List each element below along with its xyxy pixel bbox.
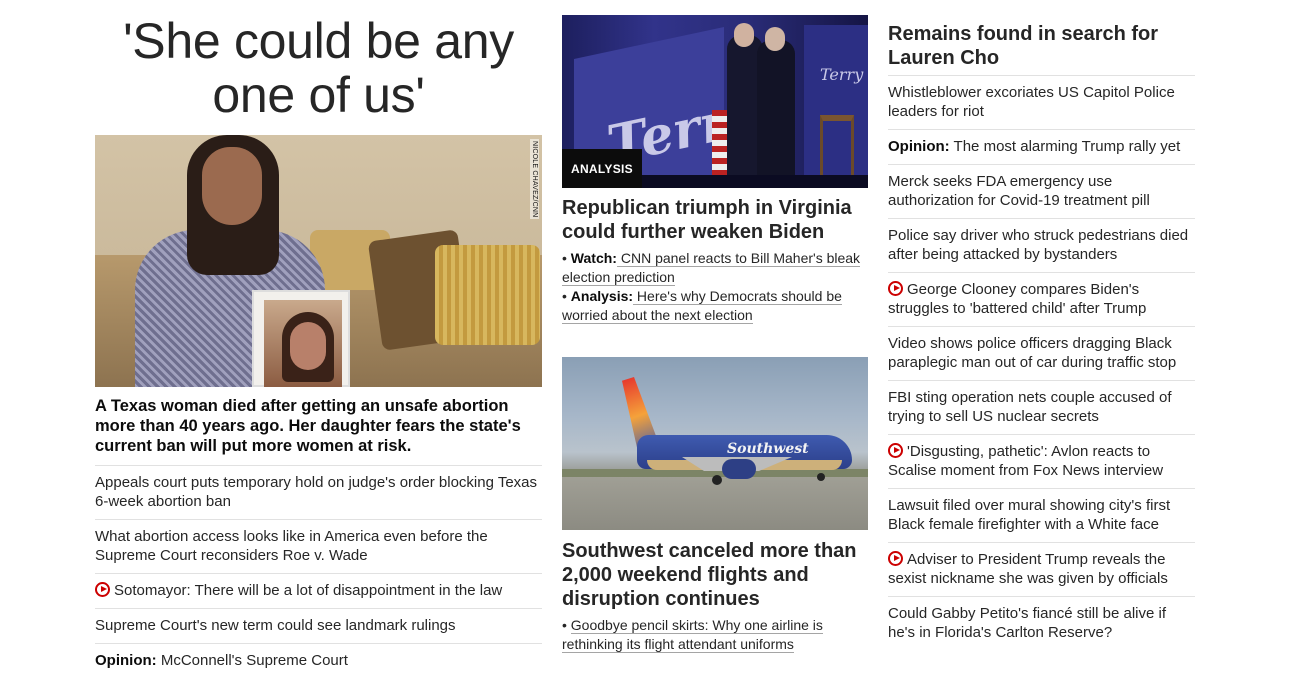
video-play-icon — [888, 281, 903, 296]
headline-item[interactable]: Police say driver who struck pedestrians… — [888, 218, 1195, 272]
southwest-logo: Southwest — [727, 441, 809, 457]
headline-text: What abortion access looks like in Ameri… — [95, 528, 488, 564]
photo-tarmac — [562, 477, 868, 530]
portrait-face — [290, 322, 326, 370]
story-title-virginia[interactable]: Republican triumph in Virginia could fur… — [562, 196, 868, 244]
bullet: • — [562, 250, 571, 266]
sublink-row: • Goodbye pencil skirts: Why one airline… — [562, 616, 868, 654]
headline-item[interactable]: What abortion access looks like in Ameri… — [95, 519, 542, 573]
video-play-icon — [888, 551, 903, 566]
headline-text: Whistleblower excoriates US Capitol Poli… — [888, 84, 1175, 120]
headline-text: The most alarming Trump rally yet — [949, 138, 1181, 155]
headline-item[interactable]: George Clooney compares Biden's struggle… — [888, 272, 1195, 326]
portrait-image — [264, 300, 342, 387]
headline-text: McConnell's Supreme Court — [156, 652, 348, 669]
headline-text: Sotomayor: There will be a lot of disapp… — [114, 582, 503, 599]
headline-text: Could Gabby Petito's fiancé still be ali… — [888, 605, 1167, 641]
headline-text: Lawsuit filed over mural showing city's … — [888, 497, 1171, 533]
headline-item[interactable]: Adviser to President Trump reveals the s… — [888, 542, 1195, 596]
sublinks-southwest: • Goodbye pencil skirts: Why one airline… — [562, 616, 868, 654]
speaker-figure — [757, 40, 795, 188]
headline-item[interactable]: Merck seeks FDA emergency use authorizat… — [888, 164, 1195, 218]
photo-pillow — [435, 245, 540, 345]
headline-item[interactable]: Appeals court puts temporary hold on jud… — [95, 465, 542, 519]
headline-list-left: Appeals court puts temporary hold on jud… — [95, 465, 542, 678]
sublink-prefix: Watch: — [570, 250, 617, 266]
headline-text: Adviser to President Trump reveals the s… — [888, 551, 1168, 587]
speaker-head — [734, 23, 754, 47]
top-headline[interactable]: Remains found in search for Lauren Cho — [888, 22, 1195, 70]
sublink-prefix: Analysis: — [570, 288, 634, 304]
rally-photo[interactable]: Terry Terry ANALYSIS — [562, 15, 868, 188]
headline-item[interactable]: Whistleblower excoriates US Capitol Poli… — [888, 75, 1195, 129]
lead-story-title[interactable]: A Texas woman died after getting an unsa… — [95, 396, 542, 456]
southwest-plane-photo[interactable]: Southwest — [562, 357, 868, 530]
headline-list-right: Whistleblower excoriates US Capitol Poli… — [888, 75, 1195, 650]
plane-engine — [722, 459, 756, 479]
sublinks-virginia: • Watch: CNN panel reacts to Bill Maher'… — [562, 249, 868, 325]
big-headline[interactable]: 'She could be any one of us' — [95, 14, 542, 122]
landing-gear — [712, 475, 722, 485]
headline-text: Video shows police officers dragging Bla… — [888, 335, 1177, 371]
sublink[interactable]: Goodbye pencil skirts: Why one airline i… — [562, 617, 823, 653]
photo-woman-face — [202, 147, 262, 225]
sublink-row: • Analysis: Here's why Democrats should … — [562, 287, 868, 325]
headline-text: 'Disgusting, pathetic': Avlon reacts to … — [888, 443, 1164, 479]
headline-prefix: Opinion: — [95, 652, 157, 669]
headline-item[interactable]: Lawsuit filed over mural showing city's … — [888, 488, 1195, 542]
analysis-badge: ANALYSIS — [562, 149, 642, 188]
column-middle: Terry Terry ANALYSIS Republican triumph … — [562, 0, 868, 654]
column-left: 'She could be any one of us' NICOLE CHAV… — [95, 0, 542, 678]
speaker-head — [765, 27, 785, 51]
headline-text: Appeals court puts temporary hold on jud… — [95, 474, 538, 510]
video-play-icon — [95, 582, 110, 597]
bullet: • — [562, 288, 571, 304]
headline-text: Supreme Court's new term could see landm… — [95, 617, 456, 634]
column-right: Remains found in search for Lauren Cho W… — [888, 0, 1195, 650]
bullet: • — [562, 617, 571, 633]
headline-item[interactable]: Opinion: The most alarming Trump rally y… — [888, 129, 1195, 164]
headline-text: FBI sting operation nets couple accused … — [888, 389, 1172, 425]
story-title-southwest[interactable]: Southwest canceled more than 2,000 weeke… — [562, 539, 868, 611]
headline-text: Police say driver who struck pedestrians… — [888, 227, 1189, 263]
terry-sign-right-text: Terry — [820, 65, 864, 84]
headline-item[interactable]: FBI sting operation nets couple accused … — [888, 380, 1195, 434]
headline-item[interactable]: Video shows police officers dragging Bla… — [888, 326, 1195, 380]
headline-item[interactable]: Opinion: McConnell's Supreme Court — [95, 643, 542, 678]
sublink-row: • Watch: CNN panel reacts to Bill Maher'… — [562, 249, 868, 287]
woman-photo[interactable]: NICOLE CHAVEZ/CNN — [95, 135, 542, 387]
headline-text: Merck seeks FDA emergency use authorizat… — [888, 173, 1150, 209]
photo-credit: NICOLE CHAVEZ/CNN — [530, 139, 539, 220]
headline-item[interactable]: Sotomayor: There will be a lot of disapp… — [95, 573, 542, 608]
headline-text: George Clooney compares Biden's struggle… — [888, 281, 1147, 317]
headline-item[interactable]: Supreme Court's new term could see landm… — [95, 608, 542, 643]
headline-item[interactable]: Could Gabby Petito's fiancé still be ali… — [888, 596, 1195, 650]
landing-gear — [817, 473, 825, 481]
video-play-icon — [888, 443, 903, 458]
photo-portrait-frame — [252, 290, 350, 387]
headline-prefix: Opinion: — [888, 138, 950, 155]
headline-item[interactable]: 'Disgusting, pathetic': Avlon reacts to … — [888, 434, 1195, 488]
